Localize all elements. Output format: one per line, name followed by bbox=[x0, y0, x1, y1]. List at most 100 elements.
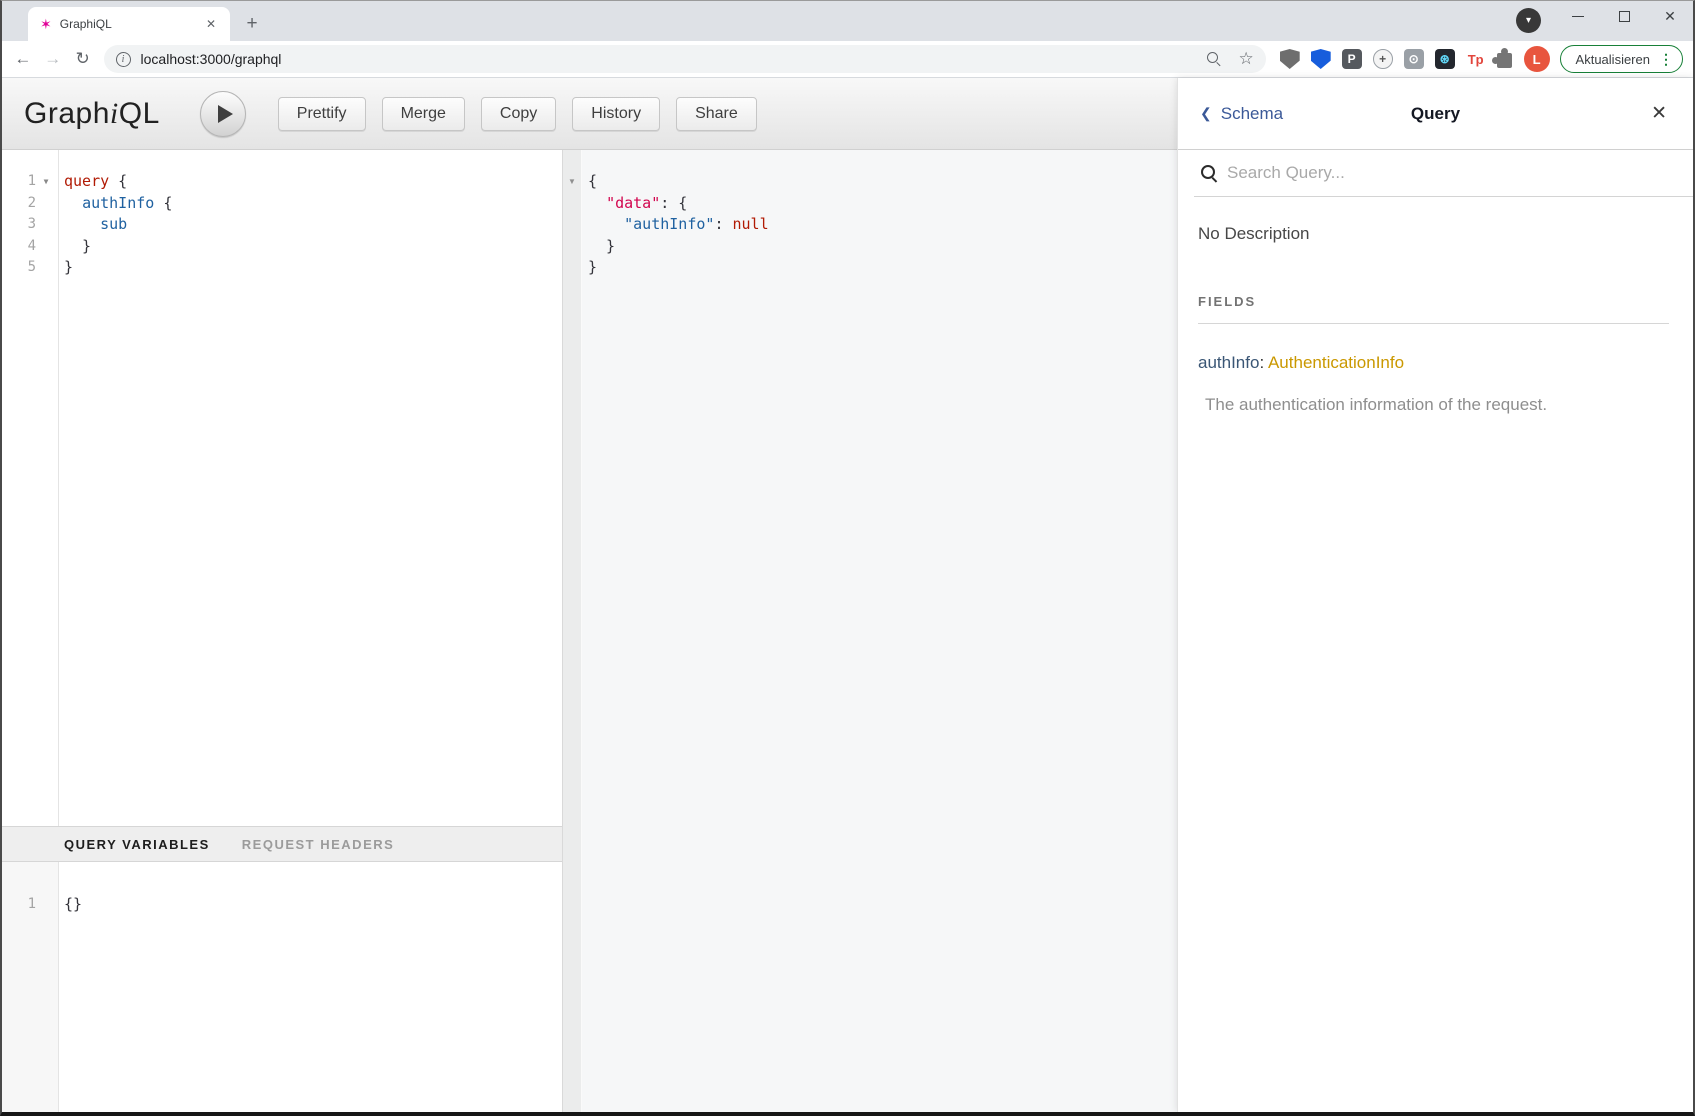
line-number: 2 bbox=[2, 193, 58, 215]
chrome-menu-update-button[interactable]: Aktualisieren ⋮ bbox=[1560, 45, 1683, 73]
code-line: query { bbox=[64, 171, 562, 193]
doc-search-input[interactable] bbox=[1227, 163, 1693, 183]
doc-back-link[interactable]: ❮ Schema bbox=[1200, 104, 1283, 124]
query-editor-code[interactable]: query { authInfo { sub }} bbox=[59, 150, 562, 826]
line-number: 5 bbox=[2, 257, 58, 279]
minimize-icon bbox=[1572, 16, 1584, 17]
execute-query-button[interactable] bbox=[200, 91, 246, 137]
variables-tabbar: QUERY VARIABLES REQUEST HEADERS bbox=[2, 826, 562, 862]
fold-arrow-icon bbox=[36, 894, 56, 916]
toolbar-button-merge[interactable]: Merge bbox=[382, 97, 465, 131]
code-line: } bbox=[588, 236, 1177, 258]
doc-explorer-panel: ❮ Schema Query ✕ No Description FIELDS a… bbox=[1177, 78, 1693, 1112]
type-description: No Description bbox=[1198, 224, 1669, 244]
toolbar-button-history[interactable]: History bbox=[572, 97, 660, 131]
line-number: 1 bbox=[2, 894, 58, 916]
code-line: { bbox=[588, 171, 1177, 193]
fold-arrow-icon bbox=[36, 236, 56, 258]
back-icon[interactable]: ← bbox=[8, 49, 38, 69]
browser-tab[interactable]: ✶ GraphiQL ✕ bbox=[28, 7, 230, 41]
field-type-link[interactable]: AuthenticationInfo bbox=[1268, 353, 1404, 372]
kebab-menu-icon: ⋮ bbox=[1659, 51, 1673, 68]
browser-titlebar: ✶ GraphiQL ✕ + ▾ ✕ bbox=[2, 1, 1693, 41]
field-description: The authentication information of the re… bbox=[1205, 395, 1669, 415]
update-label: Aktualisieren bbox=[1576, 52, 1650, 67]
line-number: 1▼ bbox=[2, 171, 58, 193]
code-line: } bbox=[588, 257, 1177, 279]
p-extension-icon[interactable]: P bbox=[1342, 49, 1362, 69]
variables-editor[interactable]: 1 {} bbox=[2, 862, 562, 1112]
forward-icon: → bbox=[38, 49, 68, 69]
fields-heading: FIELDS bbox=[1198, 294, 1669, 309]
react-devtools-icon[interactable]: ⊛ bbox=[1435, 49, 1455, 69]
result-fold-gutter[interactable]: ▼ bbox=[562, 150, 582, 1112]
chevron-left-icon: ❮ bbox=[1200, 105, 1212, 122]
extensions-row: P + ⊙ ⊛ Tp bbox=[1280, 49, 1512, 69]
play-icon bbox=[218, 105, 233, 123]
fold-arrow-icon bbox=[36, 214, 56, 236]
code-line: {} bbox=[64, 894, 562, 916]
toolbar-buttons: Prettify Merge Copy History Share bbox=[278, 97, 757, 131]
toolbar-button-copy[interactable]: Copy bbox=[481, 97, 556, 131]
ublock-origin-icon[interactable] bbox=[1280, 49, 1300, 69]
line-number: 3 bbox=[2, 214, 58, 236]
variables-tab-request-headers[interactable]: REQUEST HEADERS bbox=[242, 837, 395, 852]
zoom-icon[interactable] bbox=[1206, 51, 1222, 67]
code-line: } bbox=[64, 257, 562, 279]
extensions-puzzle-icon[interactable] bbox=[1497, 53, 1512, 68]
tampermonkey-tp-icon[interactable]: Tp bbox=[1466, 49, 1486, 69]
field-colon: : bbox=[1259, 353, 1268, 372]
field-name-link[interactable]: authInfo bbox=[1198, 353, 1259, 372]
fold-arrow-icon[interactable]: ▼ bbox=[36, 171, 56, 193]
graphiql-logo: GraphiQL bbox=[24, 97, 160, 131]
fields-divider bbox=[1198, 323, 1669, 324]
page-info-icon[interactable]: i bbox=[116, 52, 131, 67]
new-tab-button[interactable]: + bbox=[238, 10, 266, 38]
browser-window: ✶ GraphiQL ✕ + ▾ ✕ ← → ↻ i localhost:300… bbox=[0, 0, 1695, 1116]
fold-arrow-icon bbox=[36, 257, 56, 279]
toolbar-button-share[interactable]: Share bbox=[676, 97, 757, 131]
browser-addressbar: ← → ↻ i localhost:3000/graphql ☆ P+⊙⊛Tp … bbox=[2, 41, 1693, 78]
variables-editor-code[interactable]: {} bbox=[59, 862, 562, 1112]
line-number: 4 bbox=[2, 236, 58, 258]
screenshot-camera-icon[interactable]: ⊙ bbox=[1404, 49, 1424, 69]
code-line: authInfo { bbox=[64, 193, 562, 215]
code-line: } bbox=[64, 236, 562, 258]
toolbar-button-prettify[interactable]: Prettify bbox=[278, 97, 366, 131]
code-line: sub bbox=[64, 214, 562, 236]
move-tool-icon[interactable]: + bbox=[1373, 49, 1393, 69]
close-window-button[interactable]: ✕ bbox=[1647, 1, 1693, 31]
tab-title: GraphiQL bbox=[60, 17, 202, 31]
url-omnibox[interactable]: i localhost:3000/graphql ☆ bbox=[104, 45, 1266, 73]
graphql-favicon-icon: ✶ bbox=[40, 17, 52, 31]
code-line: "authInfo": null bbox=[588, 214, 1177, 236]
profile-avatar[interactable]: L bbox=[1524, 46, 1550, 72]
chrome-update-badge-icon[interactable]: ▾ bbox=[1516, 8, 1541, 33]
tab-close-icon[interactable]: ✕ bbox=[202, 15, 220, 33]
doc-search-row bbox=[1194, 150, 1693, 197]
minimize-button[interactable] bbox=[1555, 1, 1601, 31]
variables-tab-query-variables[interactable]: QUERY VARIABLES bbox=[64, 837, 210, 852]
maximize-icon bbox=[1619, 11, 1630, 22]
fields-list: authInfo: AuthenticationInfo The authenti… bbox=[1198, 353, 1669, 415]
query-editor[interactable]: 1▼2345 query { authInfo { sub }} bbox=[2, 150, 562, 826]
maximize-button[interactable] bbox=[1601, 1, 1647, 31]
result-viewer: { "data": { "authInfo": null }} bbox=[582, 150, 1177, 1112]
doc-close-icon[interactable]: ✕ bbox=[1651, 102, 1667, 125]
doc-body: No Description FIELDS authInfo: Authenti… bbox=[1178, 197, 1693, 415]
code-line: "data": { bbox=[588, 193, 1177, 215]
doc-explorer-header: ❮ Schema Query ✕ bbox=[1178, 78, 1693, 150]
reload-icon[interactable]: ↻ bbox=[68, 49, 98, 69]
query-column: 1▼2345 query { authInfo { sub }} QUERY V… bbox=[2, 150, 562, 1112]
doc-back-label: Schema bbox=[1221, 104, 1283, 124]
url-text[interactable]: localhost:3000/graphql bbox=[141, 51, 1207, 67]
fold-arrow-icon bbox=[36, 193, 56, 215]
field-row: authInfo: AuthenticationInfo bbox=[1198, 353, 1669, 373]
fold-arrow-icon[interactable]: ▼ bbox=[568, 177, 576, 186]
graphiql-app: GraphiQL Prettify Merge Copy History Share 1… bbox=[2, 78, 1693, 1112]
search-icon bbox=[1200, 164, 1218, 182]
variables-editor-gutter: 1 bbox=[2, 862, 59, 1112]
bitwarden-icon[interactable] bbox=[1311, 49, 1331, 69]
result-code: { "data": { "authInfo": null }} bbox=[588, 171, 1177, 279]
bookmark-star-icon[interactable]: ☆ bbox=[1238, 49, 1253, 69]
